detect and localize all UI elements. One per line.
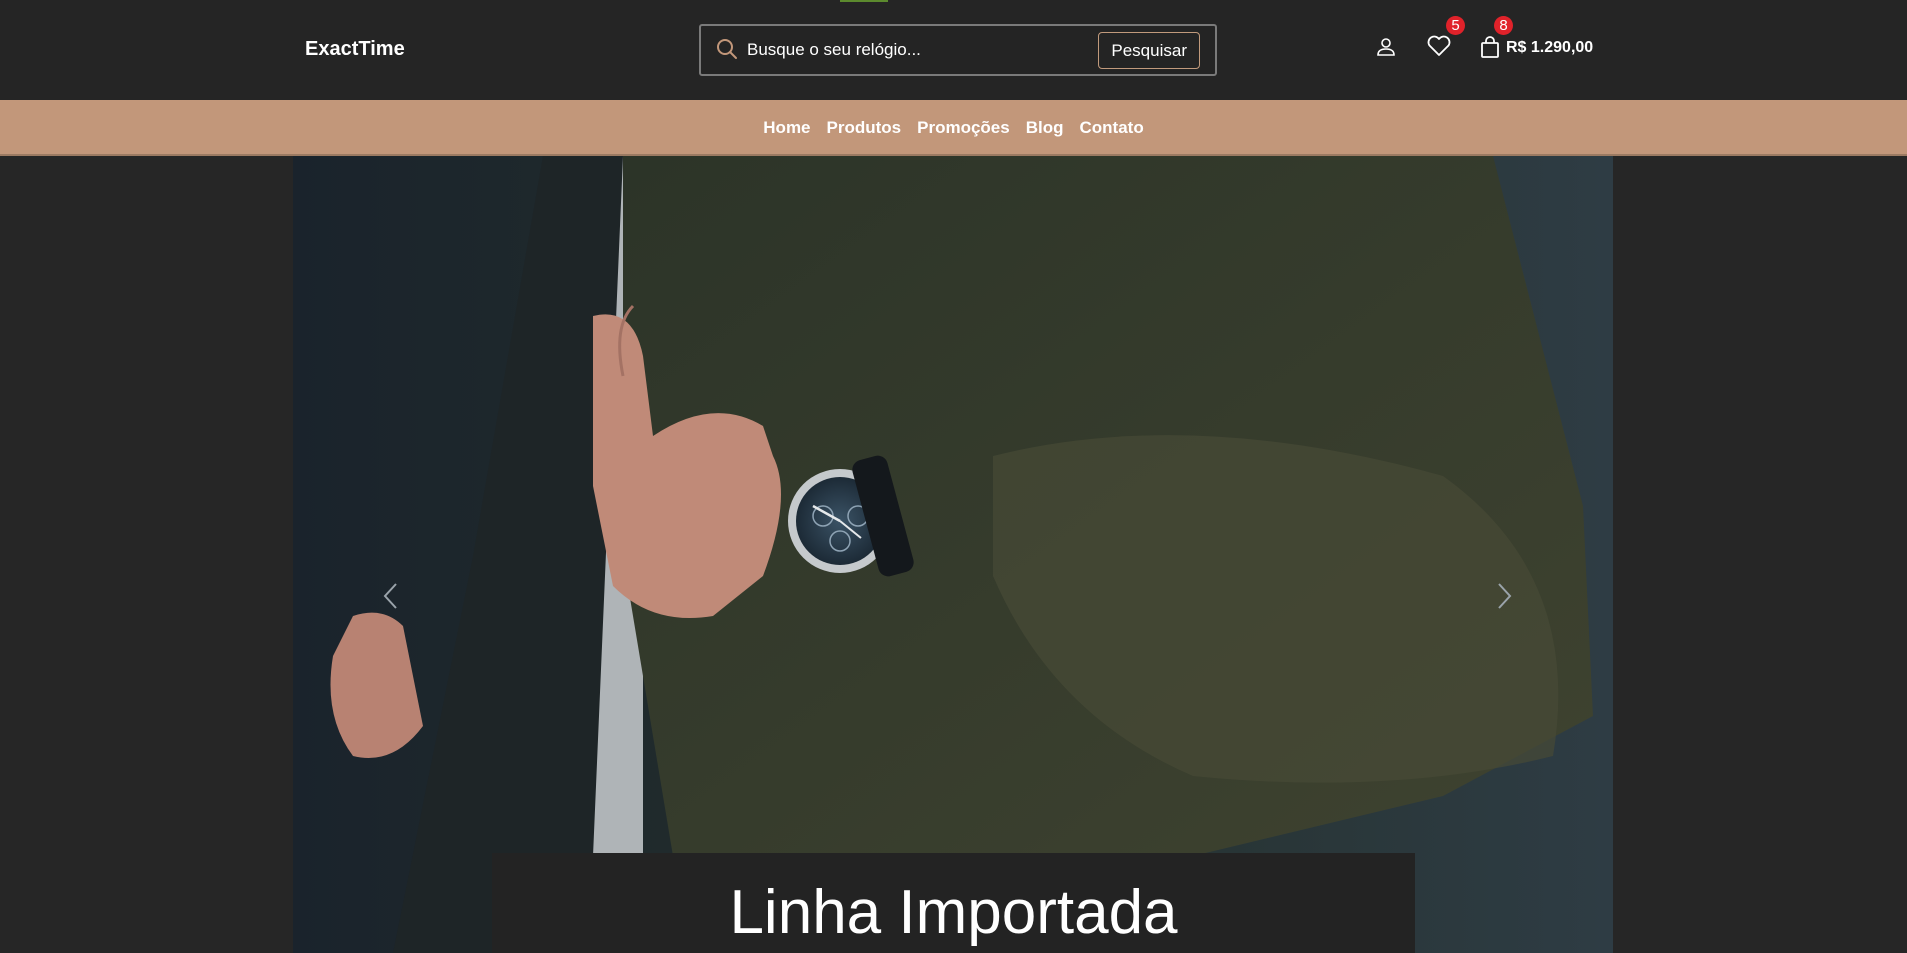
search-icon [717, 39, 737, 59]
logo[interactable]: ExactTime [305, 38, 405, 61]
nav-item-promocoes[interactable]: Promoções [917, 118, 1010, 138]
hero-carousel: Linha Importada [293, 156, 1613, 953]
nav-item-produtos[interactable]: Produtos [827, 118, 902, 138]
search-bar: Pesquisar [699, 24, 1217, 76]
carousel-next-button[interactable] [1489, 576, 1519, 616]
hero-caption-box: Linha Importada [492, 853, 1415, 953]
cart-count-badge: 8 [1494, 16, 1513, 35]
nav-item-blog[interactable]: Blog [1026, 118, 1064, 138]
hero-caption: Linha Importada [729, 878, 1178, 947]
search-button[interactable]: Pesquisar [1098, 32, 1200, 69]
top-header: ExactTime Pesquisar 5 8 R$ 1.290,00 [0, 0, 1907, 100]
account-button[interactable] [1375, 36, 1397, 58]
chevron-left-icon [383, 583, 397, 609]
wishlist-count-badge: 5 [1446, 16, 1465, 35]
cart-button[interactable] [1478, 35, 1502, 59]
user-icon [1377, 38, 1395, 56]
wishlist-button[interactable] [1426, 34, 1452, 58]
search-input[interactable] [747, 38, 1087, 62]
main-nav: Home Produtos Promoções Blog Contato [0, 100, 1907, 156]
shopping-bag-icon [1481, 36, 1499, 58]
carousel-prev-button[interactable] [376, 576, 406, 616]
hero-image [293, 156, 1613, 953]
accent-strip [840, 0, 888, 2]
nav-item-home[interactable]: Home [763, 118, 810, 138]
cart-total[interactable]: R$ 1.290,00 [1506, 39, 1593, 57]
chevron-right-icon [1498, 583, 1512, 609]
heart-icon [1427, 35, 1451, 56]
nav-item-contato[interactable]: Contato [1080, 118, 1144, 138]
